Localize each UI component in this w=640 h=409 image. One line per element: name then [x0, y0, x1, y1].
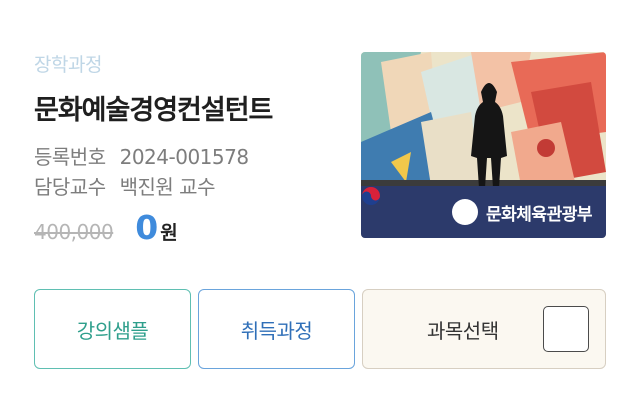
course-card: 장학과정 문화예술경영컨설턴트 등록번호 2024-001578 담당교수 백진원 …: [0, 0, 640, 409]
subject-select-button[interactable]: 과목선택: [362, 289, 606, 369]
ministry-name: 문화체육관광부: [486, 204, 592, 225]
registration-number: 2024-001578: [119, 145, 249, 169]
professor-label: 담당교수: [34, 175, 106, 199]
subject-select-label: 과목선택: [427, 318, 499, 343]
ministry-banner: 문화체육관광부: [361, 186, 606, 238]
original-price: 400,000: [34, 220, 114, 244]
professor-name: 백진원 교수: [119, 175, 216, 199]
lecture-sample-button[interactable]: 강의샘플: [34, 289, 191, 369]
subject-checkbox[interactable]: [543, 306, 589, 352]
acquisition-course-button[interactable]: 취득과정: [198, 289, 355, 369]
course-category: 장학과정: [34, 54, 102, 76]
professor-row: 담당교수 백진원 교수: [34, 171, 215, 200]
currency-unit: 원: [160, 222, 178, 244]
taegeuk-icon: [362, 187, 479, 225]
price-row: 400,000 0 원: [34, 208, 178, 247]
course-title[interactable]: 문화예술경영컨설턴트: [34, 88, 273, 127]
course-thumbnail[interactable]: 문화체육관광부: [361, 52, 606, 238]
registration-label: 등록번호: [34, 145, 106, 169]
registration-row: 등록번호 2024-001578: [34, 141, 249, 170]
sale-price: 0: [135, 208, 159, 247]
